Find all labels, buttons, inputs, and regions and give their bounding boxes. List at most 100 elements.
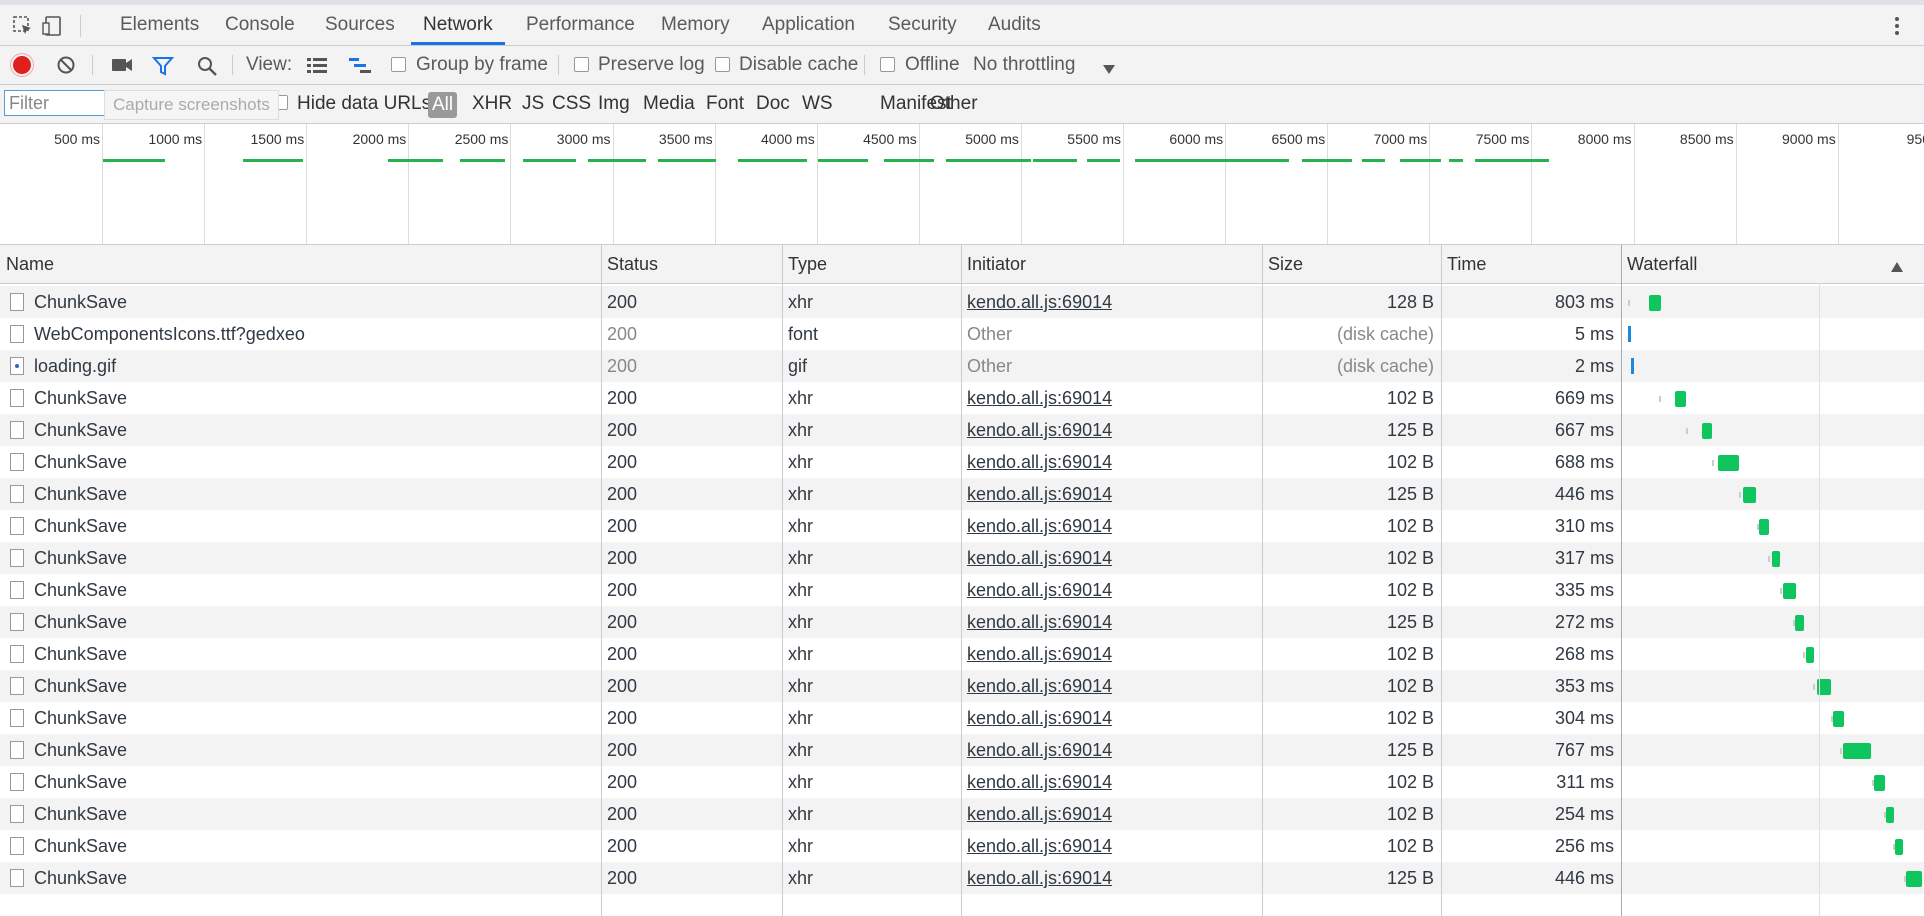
waterfall-bar[interactable] bbox=[1772, 551, 1780, 567]
table-row[interactable]: ChunkSave 200 xhr kendo.all.js:69014 102 B 68… bbox=[0, 446, 1924, 478]
search-icon[interactable] bbox=[196, 55, 218, 82]
table-row[interactable]: ChunkSave 200 xhr kendo.all.js:69014 102 B 35… bbox=[0, 670, 1924, 702]
show-overview-icon[interactable] bbox=[348, 56, 372, 79]
cell-initiator[interactable]: kendo.all.js:69014 bbox=[967, 574, 1112, 606]
cell-initiator[interactable]: kendo.all.js:69014 bbox=[967, 766, 1112, 798]
table-row[interactable]: loading.gif 200 gif Other (disk cache) 2 ms bbox=[0, 350, 1924, 382]
table-row[interactable]: ChunkSave 200 xhr kendo.all.js:69014 125 B 27… bbox=[0, 606, 1924, 638]
clear-icon[interactable] bbox=[56, 55, 76, 80]
tab-sources[interactable]: Sources bbox=[313, 5, 407, 45]
tab-audits[interactable]: Audits bbox=[976, 5, 1053, 45]
cell-initiator[interactable]: kendo.all.js:69014 bbox=[967, 286, 1112, 318]
type-filter-css[interactable]: CSS bbox=[552, 85, 591, 123]
cell-initiator[interactable]: kendo.all.js:69014 bbox=[967, 382, 1112, 414]
cell-initiator[interactable]: kendo.all.js:69014 bbox=[967, 606, 1112, 638]
cell-initiator[interactable]: kendo.all.js:69014 bbox=[967, 734, 1112, 766]
tab-memory[interactable]: Memory bbox=[649, 5, 742, 45]
table-row[interactable]: ChunkSave 200 xhr kendo.all.js:69014 125 B 44… bbox=[0, 478, 1924, 510]
column-header-initiator[interactable]: Initiator bbox=[961, 245, 1026, 283]
table-row[interactable]: ChunkSave 200 xhr kendo.all.js:69014 102 B 33… bbox=[0, 574, 1924, 606]
table-row[interactable]: ChunkSave 200 xhr kendo.all.js:69014 128 B 80… bbox=[0, 286, 1924, 318]
table-row[interactable]: ChunkSave 200 xhr kendo.all.js:69014 125 B 66… bbox=[0, 414, 1924, 446]
offline-checkbox[interactable] bbox=[880, 57, 895, 72]
preserve-log-checkbox[interactable] bbox=[574, 57, 589, 72]
table-row[interactable]: ChunkSave 200 xhr kendo.all.js:69014 102 B 25… bbox=[0, 798, 1924, 830]
capture-screenshots-icon[interactable] bbox=[111, 56, 133, 79]
cell-initiator[interactable]: kendo.all.js:69014 bbox=[967, 702, 1112, 734]
type-filter-all[interactable]: All bbox=[428, 92, 458, 118]
tab-elements[interactable]: Elements bbox=[108, 5, 211, 45]
tab-network[interactable]: Network bbox=[411, 5, 505, 45]
waterfall-bar[interactable] bbox=[1833, 711, 1844, 727]
waterfall-bar[interactable] bbox=[1628, 326, 1631, 342]
disable-cache-checkbox[interactable] bbox=[715, 57, 730, 72]
cell-initiator[interactable]: kendo.all.js:69014 bbox=[967, 446, 1112, 478]
waterfall-bar[interactable] bbox=[1874, 775, 1885, 791]
timeline-overview[interactable]: 500 ms 1000 ms 1500 ms 2000 ms 2500 ms 3000 m… bbox=[0, 124, 1924, 245]
table-row[interactable]: WebComponentsIcons.ttf?gedxeo 200 font Othe… bbox=[0, 318, 1924, 350]
type-filter-xhr[interactable]: XHR bbox=[472, 85, 512, 123]
waterfall-bar[interactable] bbox=[1906, 871, 1922, 887]
throttling-select[interactable]: No throttling bbox=[973, 46, 1075, 84]
type-filter-ws[interactable]: WS bbox=[802, 85, 833, 123]
table-row[interactable]: ChunkSave 200 xhr kendo.all.js:69014 125 B 44… bbox=[0, 862, 1924, 894]
column-header-name[interactable]: Name bbox=[0, 245, 54, 283]
waterfall-bar[interactable] bbox=[1718, 455, 1739, 471]
waterfall-bar[interactable] bbox=[1702, 423, 1712, 439]
table-row[interactable]: ChunkSave 200 xhr kendo.all.js:69014 102 B 25… bbox=[0, 830, 1924, 862]
column-header-time[interactable]: Time bbox=[1441, 245, 1486, 283]
device-toolbar-icon[interactable] bbox=[40, 13, 66, 39]
type-filter-font[interactable]: Font bbox=[706, 85, 744, 123]
group-by-frame-checkbox[interactable] bbox=[391, 57, 406, 72]
waterfall-bar[interactable] bbox=[1886, 807, 1894, 823]
tab-security[interactable]: Security bbox=[876, 5, 969, 45]
cell-initiator[interactable]: kendo.all.js:69014 bbox=[967, 510, 1112, 542]
document-file-icon bbox=[10, 869, 24, 887]
waterfall-bar[interactable] bbox=[1631, 358, 1634, 374]
inspect-element-icon[interactable] bbox=[10, 13, 36, 39]
cell-initiator[interactable]: kendo.all.js:69014 bbox=[967, 542, 1112, 574]
waterfall-bar[interactable] bbox=[1895, 839, 1903, 855]
sort-ascending-icon[interactable] bbox=[1891, 259, 1903, 277]
tab-application[interactable]: Application bbox=[750, 5, 867, 45]
waterfall-bar[interactable] bbox=[1795, 615, 1804, 631]
column-header-status[interactable]: Status bbox=[601, 245, 658, 283]
filter-icon[interactable] bbox=[151, 55, 175, 82]
type-filter-img[interactable]: Img bbox=[598, 85, 630, 123]
cell-initiator[interactable]: kendo.all.js:69014 bbox=[967, 414, 1112, 446]
type-filter-js[interactable]: JS bbox=[522, 85, 544, 123]
table-row[interactable]: ChunkSave 200 xhr kendo.all.js:69014 125 B 76… bbox=[0, 734, 1924, 766]
column-header-size[interactable]: Size bbox=[1262, 245, 1303, 283]
type-filter-doc[interactable]: Doc bbox=[756, 85, 790, 123]
waterfall-bar[interactable] bbox=[1783, 583, 1796, 599]
waterfall-bar[interactable] bbox=[1649, 295, 1661, 311]
chevron-down-icon[interactable] bbox=[1103, 61, 1115, 79]
cell-initiator[interactable]: kendo.all.js:69014 bbox=[967, 670, 1112, 702]
waterfall-bar[interactable] bbox=[1743, 487, 1756, 503]
table-row[interactable]: ChunkSave 200 xhr kendo.all.js:69014 102 B 31… bbox=[0, 766, 1924, 798]
tab-performance[interactable]: Performance bbox=[514, 5, 647, 45]
cell-initiator[interactable]: kendo.all.js:69014 bbox=[967, 862, 1112, 894]
large-rows-icon[interactable] bbox=[306, 56, 328, 79]
type-filter-other[interactable]: Other bbox=[930, 85, 978, 123]
waterfall-bar[interactable] bbox=[1759, 519, 1769, 535]
tab-console[interactable]: Console bbox=[213, 5, 307, 45]
cell-initiator[interactable]: kendo.all.js:69014 bbox=[967, 478, 1112, 510]
waterfall-bar[interactable] bbox=[1843, 743, 1871, 759]
table-row[interactable]: ChunkSave 200 xhr kendo.all.js:69014 102 B 30… bbox=[0, 702, 1924, 734]
table-row[interactable]: ChunkSave 200 xhr kendo.all.js:69014 102 B 66… bbox=[0, 382, 1924, 414]
table-row[interactable]: ChunkSave 200 xhr kendo.all.js:69014 102 B 31… bbox=[0, 510, 1924, 542]
cell-initiator[interactable]: kendo.all.js:69014 bbox=[967, 830, 1112, 862]
column-header-type[interactable]: Type bbox=[782, 245, 827, 283]
more-options-icon[interactable] bbox=[1884, 13, 1910, 39]
table-row[interactable]: ChunkSave 200 xhr kendo.all.js:69014 102 B 31… bbox=[0, 542, 1924, 574]
type-filter-media[interactable]: Media bbox=[643, 85, 695, 123]
waterfall-bar[interactable] bbox=[1806, 647, 1814, 663]
table-row[interactable]: ChunkSave 200 xhr kendo.all.js:69014 102 B 26… bbox=[0, 638, 1924, 670]
waterfall-bar[interactable] bbox=[1675, 391, 1686, 407]
column-header-waterfall[interactable]: Waterfall bbox=[1621, 245, 1697, 283]
record-icon[interactable] bbox=[13, 56, 31, 74]
cell-initiator[interactable]: kendo.all.js:69014 bbox=[967, 798, 1112, 830]
cell-name: ChunkSave bbox=[34, 836, 128, 856]
cell-initiator[interactable]: kendo.all.js:69014 bbox=[967, 638, 1112, 670]
